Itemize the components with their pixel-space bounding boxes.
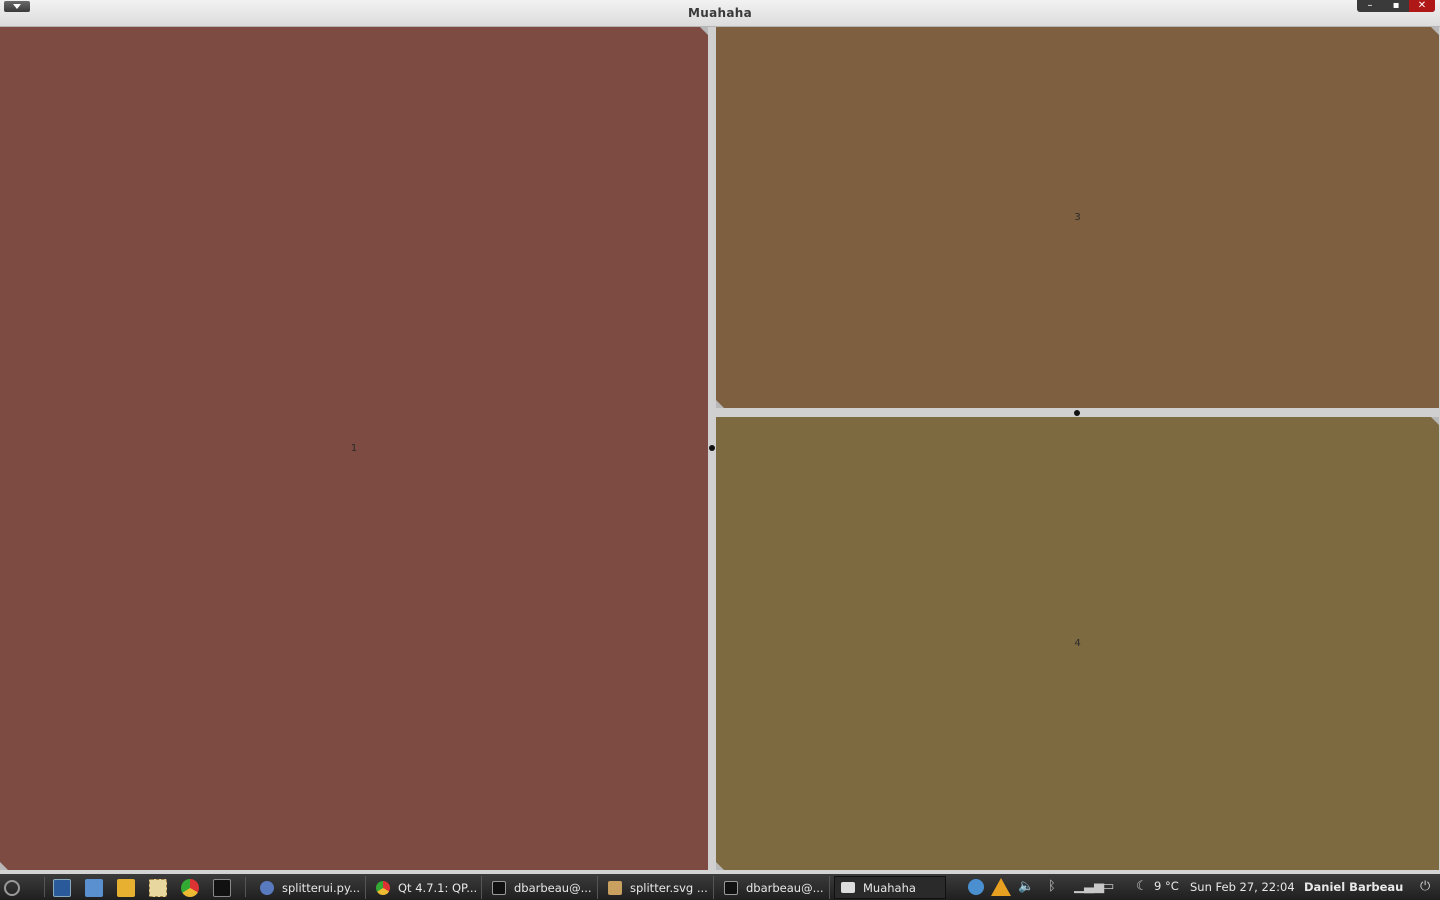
resize-grip-icon[interactable]	[716, 400, 724, 408]
inkscape-icon	[608, 880, 622, 895]
volume-icon[interactable]: 🔈	[1018, 879, 1034, 895]
task-label: dbarbeau@...	[514, 880, 592, 895]
close-button[interactable]: ✕	[1409, 0, 1435, 12]
task-label: dbarbeau@...	[746, 880, 824, 895]
pane-1: 1	[0, 27, 708, 870]
battery-icon[interactable]: ▭	[1102, 879, 1114, 895]
window-controls: – ▪ ✕	[1357, 0, 1435, 12]
task-label: splitterui.py...	[282, 880, 361, 895]
bluetooth-icon[interactable]: ᛒ	[1048, 879, 1056, 895]
resize-grip-icon[interactable]	[0, 862, 8, 870]
pane-label: 1	[350, 443, 358, 454]
pane-label: 3	[1074, 212, 1081, 223]
resize-grip-icon[interactable]	[700, 27, 708, 35]
text-editor-icon[interactable]	[149, 879, 167, 897]
task-item[interactable]: dbarbeau@...	[486, 876, 598, 899]
task-item[interactable]: Qt 4.7.1: QP...	[370, 876, 482, 899]
task-label: Muahaha	[863, 880, 916, 895]
resize-grip-icon[interactable]	[1431, 417, 1439, 425]
task-label: splitter.svg ...	[630, 880, 708, 895]
task-item-active[interactable]: Muahaha	[834, 876, 946, 899]
window-titlebar: Muahaha – ▪ ✕	[0, 0, 1440, 27]
moon-icon: ☾	[1136, 879, 1148, 894]
terminal-app-icon[interactable]	[53, 879, 71, 897]
task-item[interactable]: dbarbeau@...	[718, 876, 830, 899]
python-editor-icon	[260, 880, 274, 895]
splitter-grip-dot-icon[interactable]	[1074, 410, 1080, 416]
clock[interactable]: Sun Feb 27, 22:04	[1190, 880, 1295, 894]
window-icon	[841, 882, 855, 893]
window-title: Muahaha	[688, 6, 752, 20]
pane-3: 3	[716, 27, 1439, 408]
weather-text[interactable]: 9 °C	[1154, 879, 1179, 893]
pane-4: 4	[716, 417, 1439, 870]
resize-grip-icon[interactable]	[1431, 27, 1439, 35]
taskbar: splitterui.py... Qt 4.7.1: QP... dbarbea…	[0, 874, 1440, 900]
separator	[44, 877, 45, 897]
minimize-button[interactable]: –	[1357, 0, 1383, 12]
maximize-button[interactable]: ▪	[1383, 0, 1409, 12]
user-name[interactable]: Daniel Barbeau	[1304, 880, 1403, 894]
resize-grip-icon[interactable]	[716, 862, 724, 870]
home-folder-icon[interactable]	[85, 879, 103, 897]
power-icon[interactable]: ⏻	[1420, 879, 1430, 895]
warning-icon[interactable]	[991, 878, 1011, 896]
terminal-icon	[492, 880, 506, 895]
task-label: Qt 4.7.1: QP...	[398, 880, 478, 895]
chrome-icon[interactable]	[181, 879, 199, 897]
file-manager-icon[interactable]	[117, 879, 135, 897]
chrome-icon	[376, 880, 390, 895]
splitter-grip-dot-icon[interactable]	[709, 445, 715, 451]
pane-label: 4	[1074, 638, 1081, 649]
task-item[interactable]: splitter.svg ...	[602, 876, 714, 899]
task-item[interactable]: splitterui.py...	[254, 876, 366, 899]
separator	[245, 877, 246, 897]
update-icon[interactable]	[968, 879, 984, 895]
terminal-icon	[724, 880, 738, 895]
terminal-icon[interactable]	[213, 879, 231, 897]
system-menu-icon[interactable]	[4, 880, 20, 896]
signal-icon[interactable]: ▁▃▅	[1074, 879, 1104, 895]
